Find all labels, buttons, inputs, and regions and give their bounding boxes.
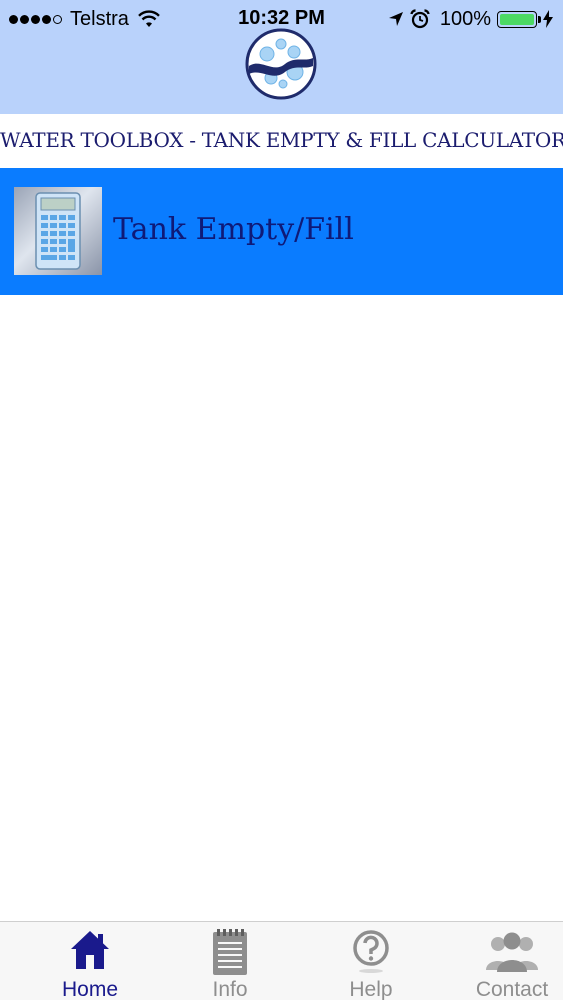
tab-info[interactable]: Info <box>160 922 300 1000</box>
battery-percent: 100% <box>439 7 491 30</box>
tab-help-label: Help <box>349 978 393 1000</box>
app-header: Telstra 10:32 PM 100% <box>0 0 563 114</box>
question-circle-icon <box>353 930 389 973</box>
menu-item-label: Tank Empty/Fill <box>113 212 354 247</box>
tab-contact-label: Contact <box>475 978 549 1000</box>
tab-bar: Home Info Help Contact <box>0 921 563 1000</box>
page-title: WATER TOOLBOX - TANK EMPTY & FILL CALCUL… <box>0 128 563 152</box>
people-icon <box>486 932 538 972</box>
battery-icon <box>497 10 541 28</box>
calculator-icon <box>14 187 102 275</box>
notepad-icon <box>213 929 247 975</box>
tab-info-label: Info <box>212 978 248 1000</box>
tab-help[interactable]: Help <box>301 922 441 1000</box>
tab-home-label: Home <box>61 978 119 1000</box>
water-bubbles-logo-icon <box>245 28 317 100</box>
charging-bolt-icon <box>543 10 553 28</box>
status-bar-right: 100% <box>382 7 553 31</box>
menu-item-tank-empty-fill[interactable]: Tank Empty/Fill <box>0 168 563 295</box>
title-band: WATER TOOLBOX - TANK EMPTY & FILL CALCUL… <box>0 114 563 168</box>
tab-home[interactable]: Home <box>20 922 160 1000</box>
location-arrow-icon <box>388 12 403 26</box>
home-icon <box>71 931 109 969</box>
tab-contact[interactable]: Contact <box>442 922 563 1000</box>
alarm-clock-icon <box>410 9 430 29</box>
